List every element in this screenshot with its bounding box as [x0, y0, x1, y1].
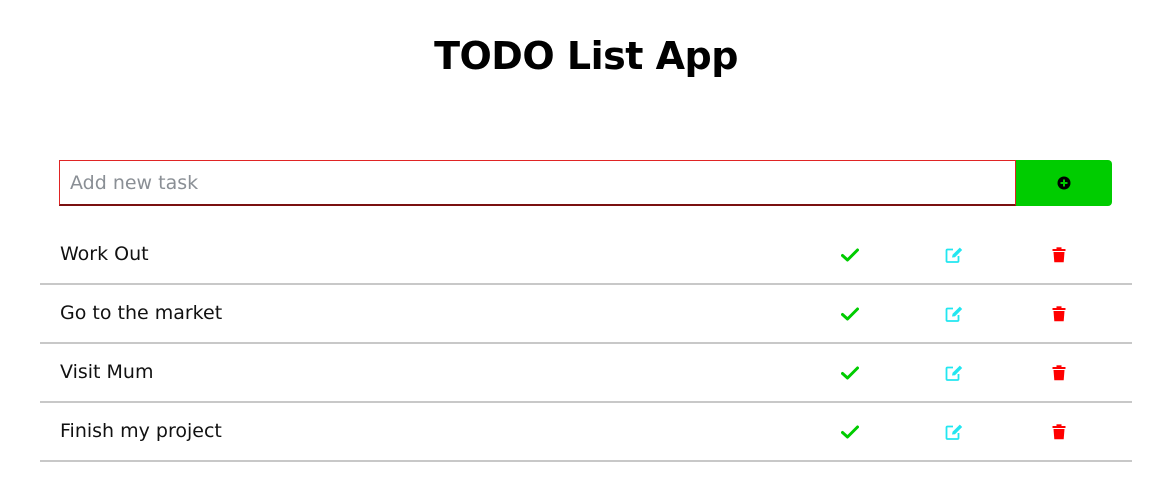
edit-icon — [945, 424, 963, 440]
delete-task-button[interactable] — [1048, 244, 1070, 266]
plus-circle-icon — [1057, 176, 1071, 190]
task-list: Work Out Go to the market Visit Mum Fini… — [40, 226, 1132, 462]
edit-icon — [945, 247, 963, 263]
edit-task-button[interactable] — [943, 303, 965, 325]
add-task-button[interactable] — [1016, 160, 1112, 206]
delete-task-button[interactable] — [1048, 303, 1070, 325]
edit-task-button[interactable] — [943, 362, 965, 384]
edit-icon — [945, 365, 963, 381]
task-label: Go to the market — [60, 302, 223, 324]
delete-task-button[interactable] — [1048, 362, 1070, 384]
todo-app: TODO List App Work Out — [0, 0, 1156, 494]
task-row: Work Out — [40, 226, 1132, 285]
task-row: Visit Mum — [40, 344, 1132, 403]
page-title: TODO List App — [434, 34, 738, 78]
check-icon — [841, 366, 859, 380]
trash-icon — [1052, 365, 1066, 381]
complete-task-button[interactable] — [839, 303, 861, 325]
edit-icon — [945, 306, 963, 322]
task-label: Finish my project — [60, 420, 222, 442]
new-task-input[interactable] — [59, 160, 1016, 206]
edit-task-button[interactable] — [943, 421, 965, 443]
new-task-form — [59, 160, 1112, 206]
task-label: Visit Mum — [60, 361, 154, 383]
complete-task-button[interactable] — [839, 362, 861, 384]
edit-task-button[interactable] — [943, 244, 965, 266]
check-icon — [841, 307, 859, 321]
complete-task-button[interactable] — [839, 244, 861, 266]
task-label: Work Out — [60, 243, 149, 265]
delete-task-button[interactable] — [1048, 421, 1070, 443]
task-row: Finish my project — [40, 403, 1132, 462]
task-row: Go to the market — [40, 285, 1132, 344]
complete-task-button[interactable] — [839, 421, 861, 443]
check-icon — [841, 425, 859, 439]
check-icon — [841, 248, 859, 262]
trash-icon — [1052, 424, 1066, 440]
trash-icon — [1052, 247, 1066, 263]
trash-icon — [1052, 306, 1066, 322]
